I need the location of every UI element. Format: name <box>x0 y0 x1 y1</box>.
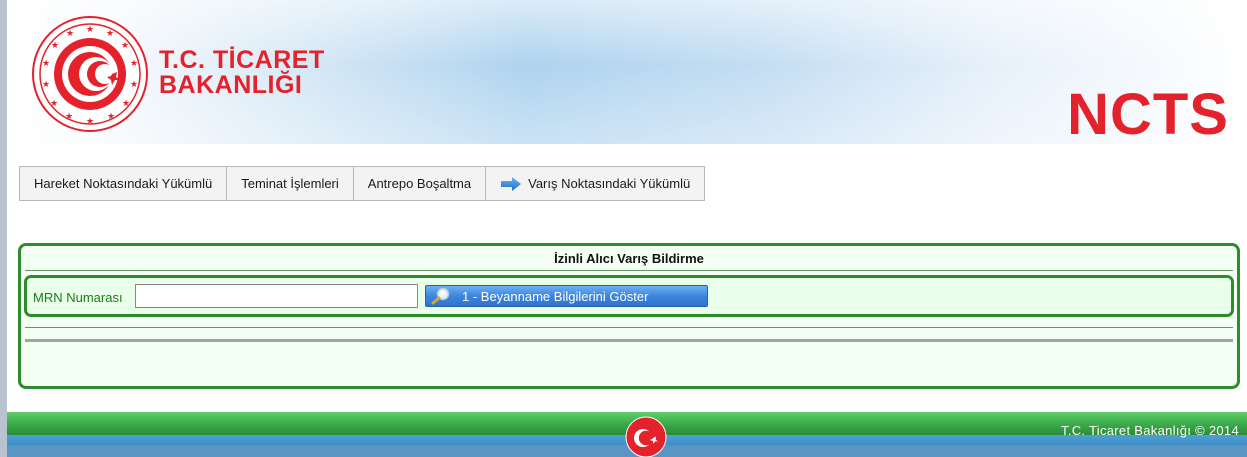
app-title: NCTS <box>1067 82 1229 147</box>
svg-text:★: ★ <box>86 117 94 127</box>
mrn-label: MRN Numarası <box>33 290 123 305</box>
svg-text:★: ★ <box>50 99 58 109</box>
show-declaration-button[interactable]: 1 - Beyanname Bilgilerini Göster <box>425 285 708 307</box>
tab-teminat-islemleri[interactable]: Teminat İşlemleri <box>227 167 354 200</box>
arrow-right-icon <box>501 176 522 191</box>
header-banner: ★ ★ ★ ★ ★ ★ ★ ★ ★ ★ ★ ★ ★ ★ T.C. TİCARET… <box>7 0 1247 144</box>
ministry-name-line1: T.C. TİCARET <box>159 46 325 74</box>
divider <box>25 327 1233 328</box>
svg-text:★: ★ <box>106 29 114 39</box>
ministry-name: T.C. TİCARET BAKANLIĞI <box>159 48 325 98</box>
divider <box>25 270 1233 271</box>
mrn-input[interactable] <box>135 284 418 308</box>
svg-text:★: ★ <box>121 41 129 51</box>
svg-text:★: ★ <box>86 25 94 35</box>
svg-text:★: ★ <box>42 59 50 69</box>
svg-text:★: ★ <box>130 80 138 90</box>
tab-varis-noktasi[interactable]: Varış Noktasındaki Yükümlü <box>486 167 704 200</box>
mrn-search-row: MRN Numarası 1 - Beyanname Bilgilerini G… <box>24 275 1234 317</box>
ministry-seal-logo-icon: ★ ★ ★ ★ ★ ★ ★ ★ ★ ★ ★ ★ ★ ★ <box>32 16 148 132</box>
svg-text:★: ★ <box>130 59 138 69</box>
svg-text:★: ★ <box>66 29 74 39</box>
footer: T.C. Ticaret Bakanlığı © 2014 <box>7 412 1247 457</box>
arrival-notification-panel: İzinli Alıcı Varış Bildirme MRN Numarası… <box>18 243 1240 389</box>
tab-label: Teminat İşlemleri <box>241 176 339 191</box>
copyright-text: T.C. Ticaret Bakanlığı © 2014 <box>1061 423 1239 438</box>
svg-text:★: ★ <box>122 99 130 109</box>
svg-text:★: ★ <box>42 80 50 90</box>
tab-hareket-noktasi[interactable]: Hareket Noktasındaki Yükümlü <box>20 167 228 200</box>
left-edge-bar <box>0 0 7 457</box>
svg-text:★: ★ <box>51 41 59 51</box>
tab-label: Antrepo Boşaltma <box>367 176 472 191</box>
tab-label: Hareket Noktasındaki Yükümlü <box>34 176 213 191</box>
divider <box>25 339 1233 342</box>
tab-antrepo-bosaltma[interactable]: Antrepo Boşaltma <box>354 167 487 200</box>
show-declaration-label: 1 - Beyanname Bilgilerini Göster <box>462 288 649 304</box>
tab-label: Varış Noktasındaki Yükümlü <box>528 176 691 191</box>
turkish-flag-icon <box>625 416 667 457</box>
svg-text:★: ★ <box>65 112 73 122</box>
main-menu: Hareket Noktasındaki Yükümlü Teminat İşl… <box>19 166 706 201</box>
panel-title: İzinli Alıcı Varış Bildirme <box>554 251 704 266</box>
svg-text:★: ★ <box>107 112 115 122</box>
ministry-name-line2: BAKANLIĞI <box>159 71 303 99</box>
page: ★ ★ ★ ★ ★ ★ ★ ★ ★ ★ ★ ★ ★ ★ T.C. TİCARET… <box>0 0 1247 457</box>
search-icon <box>431 287 450 305</box>
